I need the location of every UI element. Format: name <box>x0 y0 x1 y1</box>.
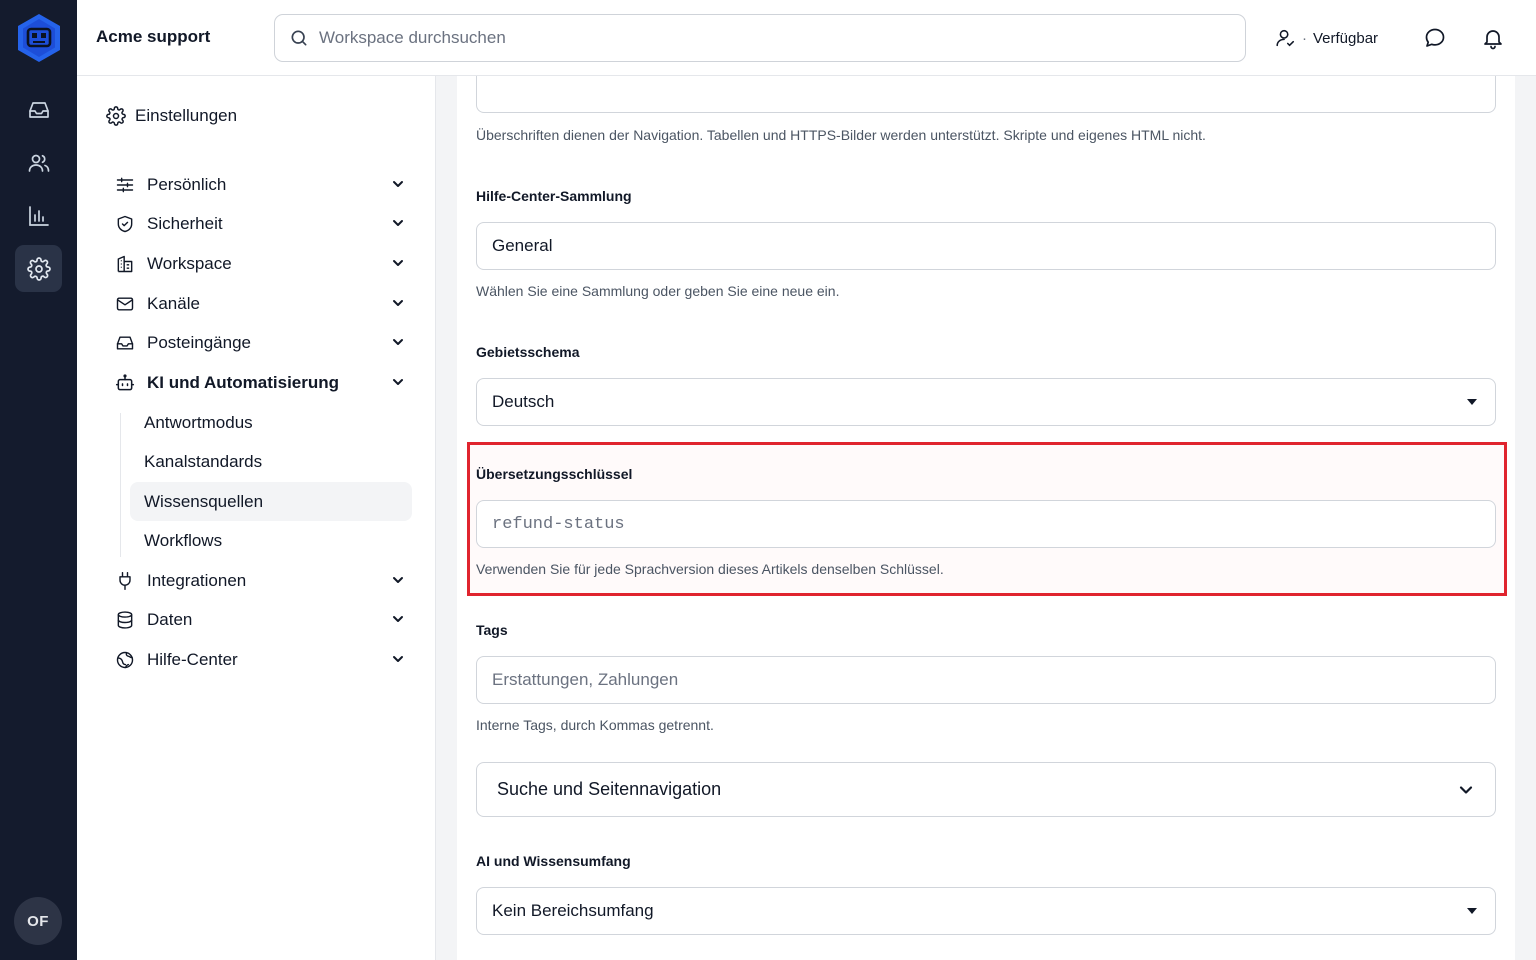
nav-item-help-center[interactable]: Hilfe-Center <box>115 642 405 678</box>
subtree-line <box>120 413 121 557</box>
nav-item-workspace[interactable]: Workspace <box>115 246 405 282</box>
chevron-down-icon <box>393 656 403 662</box>
chevron-down-icon <box>393 577 403 583</box>
availability-status[interactable]: · Verfügbar <box>1274 27 1378 49</box>
bar-chart-icon <box>28 205 49 226</box>
tags-input[interactable]: Erstattungen, Zahlungen <box>476 656 1496 704</box>
chevron-down-icon <box>393 379 403 385</box>
bell-icon[interactable] <box>1481 26 1505 50</box>
nav-item-label: Kanäle <box>147 294 200 313</box>
search-input[interactable] <box>319 28 1219 48</box>
tags-label: Tags <box>476 622 508 638</box>
collection-input[interactable]: General <box>476 222 1496 270</box>
nav-item-ai-automation[interactable]: KI und Automatisierung <box>115 365 405 401</box>
inbox-icon <box>116 336 134 350</box>
top-bar: Acme support · Verfügbar <box>77 0 1536 76</box>
translation-key-label: Übersetzungsschlüssel <box>476 466 633 482</box>
ai-scope-value: Kein Bereichsumfang <box>492 901 654 920</box>
nav-item-security[interactable]: Sicherheit <box>115 206 405 242</box>
main-content: Überschriften dienen der Navigation. Tab… <box>436 76 1536 960</box>
mail-icon <box>116 297 134 311</box>
chevron-down-icon <box>1459 786 1473 794</box>
caret-down-icon <box>1467 399 1477 405</box>
nav-item-channels[interactable]: Kanäle <box>115 286 405 322</box>
building-icon <box>117 255 133 273</box>
nav-item-label: Posteingänge <box>147 333 251 352</box>
sub-item-response-mode[interactable]: Antwortmodus <box>130 403 412 442</box>
sub-item-channel-defaults[interactable]: Kanalstandards <box>130 442 412 481</box>
ai-scope-label: AI und Wissensumfang <box>476 853 631 869</box>
search-navigation-section-toggle[interactable]: Suche und Seitennavigation <box>476 762 1496 817</box>
user-status-icon <box>1276 29 1295 47</box>
status-separator: · <box>1302 29 1307 47</box>
nav-item-personal[interactable]: Persönlich <box>115 167 405 203</box>
status-label: Verfügbar <box>1313 29 1379 47</box>
users-icon <box>28 154 49 172</box>
search-icon <box>291 30 307 46</box>
locale-value: Deutsch <box>492 392 555 411</box>
nav-item-data[interactable]: Daten <box>115 602 405 638</box>
chevron-down-icon <box>393 260 403 266</box>
user-avatar[interactable]: OF <box>14 897 62 945</box>
search-box[interactable] <box>274 14 1246 62</box>
settings-header: Einstellungen <box>106 106 237 126</box>
article-form: Überschriften dienen der Navigation. Tab… <box>457 76 1515 960</box>
nav-item-label: Workspace <box>147 254 232 273</box>
app-rail: OF <box>0 0 77 960</box>
sliders-icon <box>116 177 134 193</box>
workspace-name[interactable]: Acme support <box>96 27 210 47</box>
gear-icon <box>106 106 126 126</box>
inbox-icon <box>28 101 49 118</box>
tags-help-text: Interne Tags, durch Kommas getrennt. <box>476 717 714 733</box>
app-logo-icon[interactable] <box>15 13 63 63</box>
chevron-down-icon <box>393 616 403 622</box>
nav-item-label: Persönlich <box>147 175 227 194</box>
chat-icon[interactable] <box>1423 26 1447 50</box>
nav-item-inboxes[interactable]: Posteingänge <box>115 325 405 361</box>
collection-value: General <box>492 236 553 255</box>
locale-select[interactable]: Deutsch <box>476 378 1496 426</box>
collection-label: Hilfe-Center-Sammlung <box>476 188 632 204</box>
nav-item-label: Daten <box>147 610 193 629</box>
gear-icon <box>26 256 51 281</box>
rail-settings-button[interactable] <box>15 245 62 292</box>
bot-icon <box>115 374 135 391</box>
caret-down-icon <box>1467 908 1477 914</box>
chevron-down-icon <box>393 181 403 187</box>
translation-key-input[interactable]: refund-status <box>476 500 1496 548</box>
plug-icon <box>119 571 131 591</box>
body-help-text: Überschriften dienen der Navigation. Tab… <box>476 127 1206 143</box>
globe-icon <box>116 651 134 669</box>
chevron-down-icon <box>393 339 403 345</box>
rail-reports-button[interactable] <box>15 192 62 239</box>
chevron-down-icon <box>393 220 403 226</box>
collection-help-text: Wählen Sie eine Sammlung oder geben Sie … <box>476 283 840 299</box>
sub-item-knowledge-sources[interactable]: Wissensquellen <box>130 482 412 521</box>
translation-key-help-text: Verwenden Sie für jede Sprachversion die… <box>476 561 944 577</box>
translation-key-placeholder: refund-status <box>492 514 625 534</box>
tags-placeholder: Erstattungen, Zahlungen <box>492 670 679 689</box>
chevron-down-icon <box>393 300 403 306</box>
nav-item-label: Sicherheit <box>147 214 223 233</box>
sub-item-workflows[interactable]: Workflows <box>130 521 412 560</box>
section-title: Suche und Seitennavigation <box>497 779 722 799</box>
ai-scope-select[interactable]: Kein Bereichsumfang <box>476 887 1496 935</box>
database-icon <box>117 611 133 629</box>
nav-item-label: Hilfe-Center <box>147 650 238 669</box>
rail-inbox-button[interactable] <box>15 86 62 133</box>
nav-item-integrations[interactable]: Integrationen <box>115 563 405 599</box>
article-body-editor[interactable] <box>476 76 1496 113</box>
nav-item-label: KI und Automatisierung <box>147 373 340 392</box>
settings-title: Einstellungen <box>135 106 238 125</box>
shield-icon <box>117 215 133 233</box>
nav-item-label: Integrationen <box>147 571 247 590</box>
locale-label: Gebietsschema <box>476 344 580 360</box>
rail-users-button[interactable] <box>15 139 62 186</box>
settings-sidebar: Einstellungen Persönlich Sicherheit Work… <box>77 76 436 960</box>
